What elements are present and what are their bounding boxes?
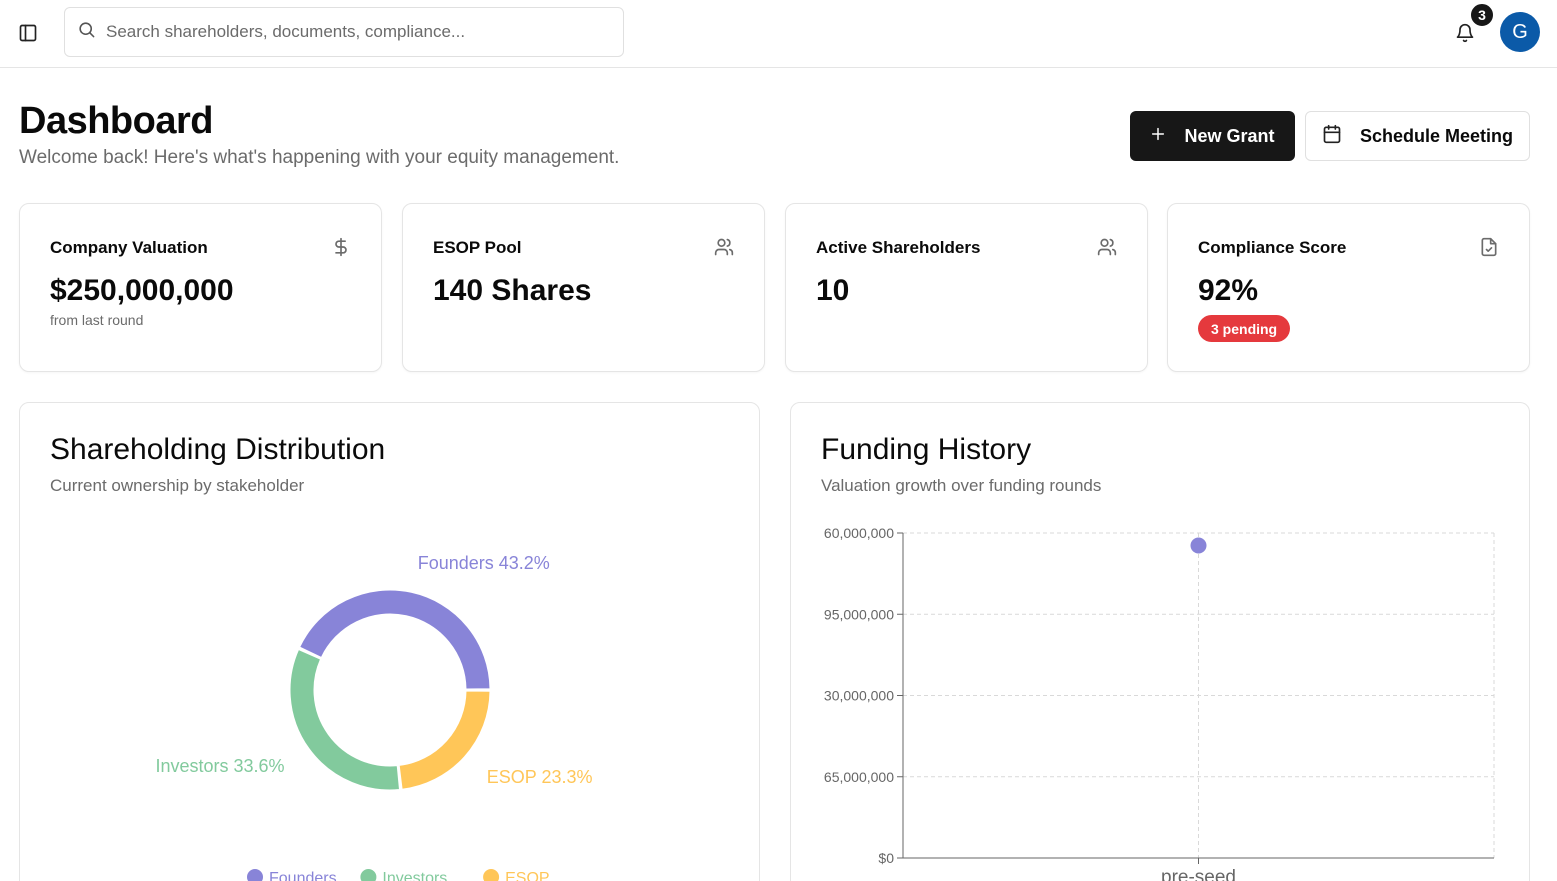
users-icon — [1097, 237, 1117, 257]
donut-chart: Founders 43.2% Investors 33.6% ESOP 23.3% F… — [155, 553, 593, 881]
stat-card-esop-pool: ESOP Pool 140 Shares — [402, 203, 765, 372]
pie-label-investors: Investors 33.6% — [155, 756, 284, 776]
stat-value: 10 — [816, 274, 850, 307]
pie-label-esop: ESOP 23.3% — [487, 767, 593, 787]
y-tick-label: 30,000,000 — [824, 688, 894, 704]
users-icon — [714, 237, 734, 257]
dollar-icon — [331, 237, 351, 257]
y-tick-label: 95,000,000 — [824, 606, 894, 622]
y-tick-label: $0 — [878, 850, 894, 866]
legend-marker-founders — [247, 869, 263, 881]
pie-slice-esop — [398, 690, 491, 790]
schedule-meeting-label: Schedule Meeting — [1359, 125, 1514, 146]
funding-history-panel: Funding History Valuation growth over fu… — [790, 402, 1530, 881]
calendar-icon — [1322, 124, 1342, 149]
search-icon — [77, 20, 96, 44]
notification-count-badge: 3 — [1469, 2, 1495, 28]
page-title: Dashboard — [19, 100, 213, 142]
stat-label: Company Valuation — [50, 238, 208, 257]
schedule-meeting-button[interactable]: Schedule Meeting — [1305, 111, 1530, 161]
avatar[interactable]: G — [1500, 12, 1540, 52]
sidebar-toggle-icon[interactable] — [14, 19, 42, 47]
legend-label-esop: ESOP — [505, 870, 549, 881]
stat-label: Active Shareholders — [816, 238, 981, 257]
x-tick-label: pre-seed — [1161, 867, 1236, 881]
y-tick-label: 60,000,000 — [824, 525, 894, 541]
search-box[interactable] — [64, 7, 624, 57]
legend-label-founders: Founders — [269, 870, 337, 881]
stat-label: Compliance Score — [1198, 238, 1347, 257]
top-bar: 3 G — [0, 0, 1557, 68]
pie-label-founders: Founders 43.2% — [418, 553, 550, 573]
y-tick-label: 65,000,000 — [824, 769, 894, 785]
search-input[interactable] — [106, 22, 586, 42]
data-point — [1190, 537, 1207, 554]
legend-marker-investors — [360, 869, 377, 881]
stat-label: ESOP Pool — [433, 238, 522, 257]
legend-label-investors: Investors — [382, 870, 447, 881]
stat-card-compliance-score: Compliance Score 92% 3 pending — [1167, 203, 1530, 372]
file-check-icon — [1479, 237, 1499, 257]
pie-slice-founders — [298, 589, 491, 690]
page-subtitle: Welcome back! Here's what's happening wi… — [19, 147, 620, 168]
pending-badge[interactable]: 3 pending — [1198, 315, 1291, 342]
new-grant-button[interactable]: New Grant — [1130, 111, 1295, 161]
pie-slice-investors — [289, 648, 401, 791]
stat-value: $250,000,000 — [50, 274, 234, 307]
legend-marker-esop — [483, 869, 500, 881]
plus-icon — [1150, 126, 1166, 147]
line-chart: $0 65,000,000 30,000,000 95,000,000 60,000,0… — [824, 525, 1495, 881]
shareholding-distribution-panel: Shareholding Distribution Current owners… — [19, 402, 760, 881]
stat-card-valuation: Company Valuation $250,000,000 from last… — [19, 203, 382, 372]
stat-value: 140 Shares — [433, 274, 592, 307]
stat-note: from last round — [50, 312, 144, 328]
stat-card-active-shareholders: Active Shareholders 10 — [785, 203, 1148, 372]
stat-value: 92% — [1198, 274, 1259, 307]
new-grant-label: New Grant — [1184, 125, 1275, 146]
